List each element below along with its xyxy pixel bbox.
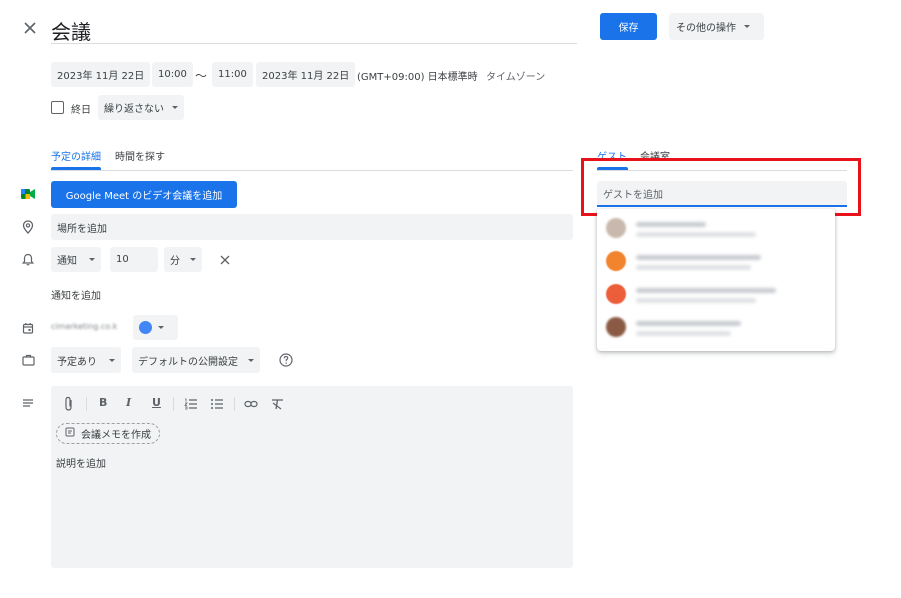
visibility-label: デフォルトの公開設定 (138, 356, 238, 368)
save-label: 保存 (618, 23, 639, 34)
location-icon (20, 219, 36, 235)
allday-checkbox[interactable] (51, 101, 64, 114)
clear-format-icon[interactable] (271, 398, 284, 410)
description-placeholder: 説明を追加 (56, 459, 106, 470)
guest-suggestion[interactable] (606, 284, 806, 308)
google-meet-icon (20, 186, 36, 202)
end-time[interactable]: 11:00 (212, 62, 253, 87)
start-date-label: 2023年 11月 22日 (57, 71, 145, 82)
suggestion-name (636, 288, 776, 293)
description-icon (20, 395, 36, 411)
allday-label: 終日 (71, 105, 91, 116)
tabs-divider (51, 170, 573, 171)
suggestion-name (636, 255, 761, 260)
suggestion-name (636, 321, 741, 326)
chevron-down-icon (109, 358, 115, 362)
help-icon[interactable] (279, 353, 293, 367)
notification-type-label: 通知 (57, 256, 77, 267)
timezone-name: (GMT+09:00) 日本標準時 (357, 72, 478, 83)
suggestion-email (636, 331, 731, 336)
tab-find-time[interactable]: 時間を探す (115, 148, 165, 163)
briefcase-icon (20, 352, 36, 368)
location-input[interactable]: 場所を追加 (51, 214, 573, 240)
more-actions-button[interactable]: その他の操作 (669, 13, 764, 40)
tab-event-details[interactable]: 予定の詳細 (51, 148, 101, 163)
notes-icon (65, 427, 75, 440)
title-input[interactable]: 会議 (51, 14, 577, 44)
suggestion-email (636, 298, 756, 303)
event-title: 会議 (51, 20, 91, 44)
suggestion-email (636, 265, 751, 270)
add-meet-button[interactable]: Google Meet のビデオ会議を追加 (51, 181, 237, 208)
add-meet-label: Google Meet のビデオ会議を追加 (65, 191, 223, 202)
timezone-link[interactable]: タイムゾーン (486, 68, 545, 83)
calendar-color-dot (139, 321, 152, 334)
attach-icon[interactable] (62, 396, 76, 412)
chevron-down-icon (172, 106, 178, 109)
end-time-label: 11:00 (218, 69, 247, 80)
bold-icon[interactable]: B (99, 396, 107, 409)
numbered-list-icon[interactable] (184, 398, 198, 410)
avatar (606, 317, 626, 337)
bell-icon (20, 251, 36, 267)
notification-unit-label: 分 (170, 256, 180, 267)
avatar (606, 251, 626, 271)
create-notes-label: 会議メモを作成 (81, 430, 151, 441)
avatar (606, 218, 626, 238)
start-time-label: 10:00 (158, 69, 187, 80)
time-separator: 〜 (195, 69, 208, 83)
location-placeholder: 場所を追加 (57, 223, 107, 235)
add-notification-link[interactable]: 通知を追加 (51, 287, 101, 302)
create-meeting-notes-button[interactable]: 会議メモを作成 (56, 423, 160, 444)
guest-suggestion[interactable] (606, 251, 806, 275)
notification-value: 10 (116, 254, 129, 265)
toolbar-divider (173, 397, 174, 411)
highlight-box (581, 158, 861, 216)
guest-suggestion[interactable] (606, 317, 806, 341)
underline-icon[interactable]: U (152, 396, 161, 409)
notification-unit-select[interactable]: 分 (164, 247, 202, 272)
visibility-select[interactable]: デフォルトの公開設定 (132, 347, 260, 373)
end-date-label: 2023年 11月 22日 (262, 71, 350, 82)
suggestion-email (636, 232, 756, 237)
italic-icon[interactable]: I (126, 396, 131, 409)
description-editor[interactable] (51, 386, 573, 568)
chevron-down-icon (158, 326, 164, 329)
save-button[interactable]: 保存 (600, 13, 657, 40)
chevron-down-icon (89, 258, 95, 261)
calendar-name[interactable]: cimarketing.co.k (51, 322, 117, 331)
busy-status-label: 予定あり (57, 356, 97, 368)
repeat-label: 繰り返さない (104, 104, 164, 115)
chevron-down-icon (190, 258, 196, 261)
end-date[interactable]: 2023年 11月 22日 (256, 62, 356, 87)
remove-notification-icon[interactable] (219, 254, 231, 266)
start-date[interactable]: 2023年 11月 22日 (51, 62, 151, 87)
chevron-down-icon (744, 25, 750, 28)
guest-suggestion[interactable] (606, 218, 806, 242)
start-time[interactable]: 10:00 (152, 62, 193, 87)
notification-type-select[interactable]: 通知 (51, 247, 101, 272)
suggestion-name (636, 222, 706, 227)
busy-status-select[interactable]: 予定あり (51, 347, 121, 373)
link-icon[interactable] (244, 399, 258, 409)
chevron-down-icon (248, 358, 254, 362)
avatar (606, 284, 626, 304)
calendar-icon (20, 320, 36, 336)
bulleted-list-icon[interactable] (210, 398, 224, 410)
toolbar-divider (234, 397, 235, 411)
close-icon[interactable] (22, 20, 38, 36)
calendar-color-select[interactable] (133, 315, 178, 340)
notification-value-input[interactable]: 10 (110, 247, 158, 272)
more-actions-label: その他の操作 (676, 23, 736, 34)
toolbar-divider (86, 397, 87, 411)
repeat-select[interactable]: 繰り返さない (98, 95, 184, 120)
